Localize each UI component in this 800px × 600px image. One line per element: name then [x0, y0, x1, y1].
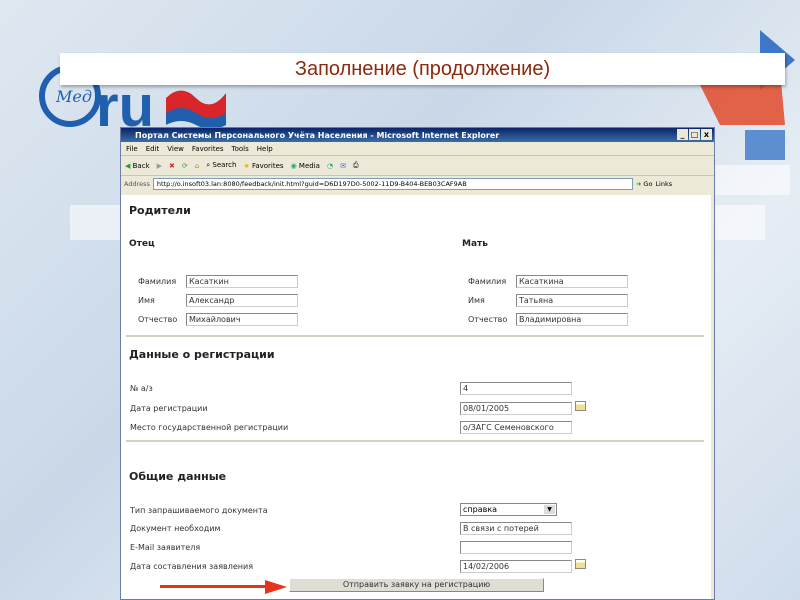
menu-tools[interactable]: Tools: [232, 145, 249, 153]
slide-title: Заполнение (продолжение): [60, 53, 785, 85]
back-label: Back: [132, 161, 150, 170]
svg-text:Мед: Мед: [55, 87, 92, 106]
email-input[interactable]: [460, 541, 572, 554]
media-icon: ◉: [290, 161, 297, 170]
stop-icon[interactable]: ✖: [169, 162, 175, 170]
menu-favorites[interactable]: Favorites: [192, 145, 224, 153]
record-number-label: № а/з: [130, 384, 153, 393]
record-number-input[interactable]: 4: [460, 382, 572, 395]
home-icon[interactable]: ⌂: [195, 162, 199, 170]
back-button[interactable]: ◀ Back: [125, 162, 150, 170]
form-page: Родители Отец Мать Фамилия Касаткин Имя …: [121, 195, 711, 599]
window-titlebar: Портал Системы Персонального Учёта Насел…: [121, 128, 714, 142]
refresh-icon[interactable]: ⟳: [182, 162, 188, 170]
arrow-pointer-icon: [160, 580, 287, 594]
divider: [126, 335, 704, 337]
close-button[interactable]: x: [701, 129, 712, 140]
father-heading: Отец: [129, 239, 155, 249]
forward-icon[interactable]: ▶: [157, 162, 162, 170]
minimize-button[interactable]: _: [677, 129, 688, 140]
menu-help[interactable]: Help: [257, 145, 273, 153]
mother-name-input[interactable]: Татьяна: [516, 294, 628, 307]
go-label: Go: [643, 179, 653, 188]
submit-button[interactable]: Отправить заявку на регистрацию: [289, 578, 544, 592]
calendar-icon[interactable]: [575, 401, 586, 411]
mail-icon[interactable]: ✉: [340, 162, 346, 170]
menu-bar: File Edit View Favorites Tools Help: [121, 142, 714, 156]
menu-view[interactable]: View: [167, 145, 184, 153]
url-input[interactable]: http://o.insoft03.lan:8080/feedback/init…: [152, 177, 633, 190]
history-icon[interactable]: ◔: [327, 162, 333, 170]
father-surname-input[interactable]: Касаткин: [186, 275, 298, 288]
parents-heading: Родители: [129, 204, 191, 217]
media-label: Media: [298, 161, 320, 170]
print-icon[interactable]: ⎙: [353, 161, 359, 170]
star-icon: ★: [243, 161, 250, 170]
reason-label: Документ необходим: [130, 524, 221, 533]
address-label: Address: [124, 179, 150, 188]
registration-heading: Данные о регистрации: [129, 348, 275, 361]
father-patronymic-input[interactable]: Михайлович: [186, 313, 298, 326]
mother-heading: Мать: [462, 239, 488, 249]
mother-surname-input[interactable]: Касаткина: [516, 275, 628, 288]
chevron-down-icon[interactable]: ▼: [544, 505, 555, 514]
menu-file[interactable]: File: [126, 145, 138, 153]
registration-date-label: Дата регистрации: [130, 404, 208, 413]
toolbar: ◀ Back ▶ ✖ ⟳ ⌂ ⌕ Search ★ Favorites ◉ Me…: [121, 156, 714, 176]
general-heading: Общие данные: [129, 470, 227, 483]
go-button[interactable]: ➜ Go: [636, 180, 653, 188]
maximize-button[interactable]: □: [689, 129, 700, 140]
registration-date-input[interactable]: 08/01/2005: [460, 402, 572, 415]
address-bar: Address http://o.insoft03.lan:8080/feedb…: [121, 176, 714, 191]
doc-type-select[interactable]: справка ▼: [460, 503, 557, 516]
back-icon: ◀: [125, 161, 131, 170]
browser-window: Портал Системы Персонального Учёта Насел…: [120, 127, 715, 600]
doc-type-label: Тип запрашиваемого документа: [130, 506, 268, 515]
reason-input[interactable]: В связи с потерей: [460, 522, 572, 535]
calendar-icon[interactable]: [575, 559, 586, 569]
mother-surname-label: Фамилия: [468, 277, 507, 286]
favorites-button[interactable]: ★ Favorites: [243, 162, 283, 170]
divider: [126, 440, 704, 442]
search-button[interactable]: ⌕ Search: [206, 161, 236, 170]
father-name-input[interactable]: Александр: [186, 294, 298, 307]
url-text: http://o.insoft03.lan:8080/feedback/init…: [156, 179, 467, 188]
mother-name-label: Имя: [468, 296, 485, 305]
links-button[interactable]: Links: [655, 180, 672, 188]
father-name-label: Имя: [138, 296, 155, 305]
menu-edit[interactable]: Edit: [146, 145, 160, 153]
favorites-label: Favorites: [251, 161, 284, 170]
application-date-label: Дата составления заявления: [130, 562, 254, 571]
media-button[interactable]: ◉ Media: [291, 162, 320, 170]
father-surname-label: Фамилия: [138, 277, 177, 286]
registration-place-label: Место государственной регистрации: [130, 423, 289, 432]
email-label: E-Mail заявителя: [130, 543, 201, 552]
window-title: Портал Системы Персонального Учёта Насел…: [135, 130, 500, 140]
mother-patronymic-label: Отчество: [468, 315, 508, 324]
doc-type-value: справка: [463, 505, 498, 514]
registration-place-input[interactable]: о/ЗАГС Семеновского: [460, 421, 572, 434]
mother-patronymic-input[interactable]: Владимировна: [516, 313, 628, 326]
father-patronymic-label: Отчество: [138, 315, 178, 324]
application-date-input[interactable]: 14/02/2006: [460, 560, 572, 573]
search-label: Search: [212, 161, 237, 169]
go-icon: ➜: [635, 179, 642, 188]
